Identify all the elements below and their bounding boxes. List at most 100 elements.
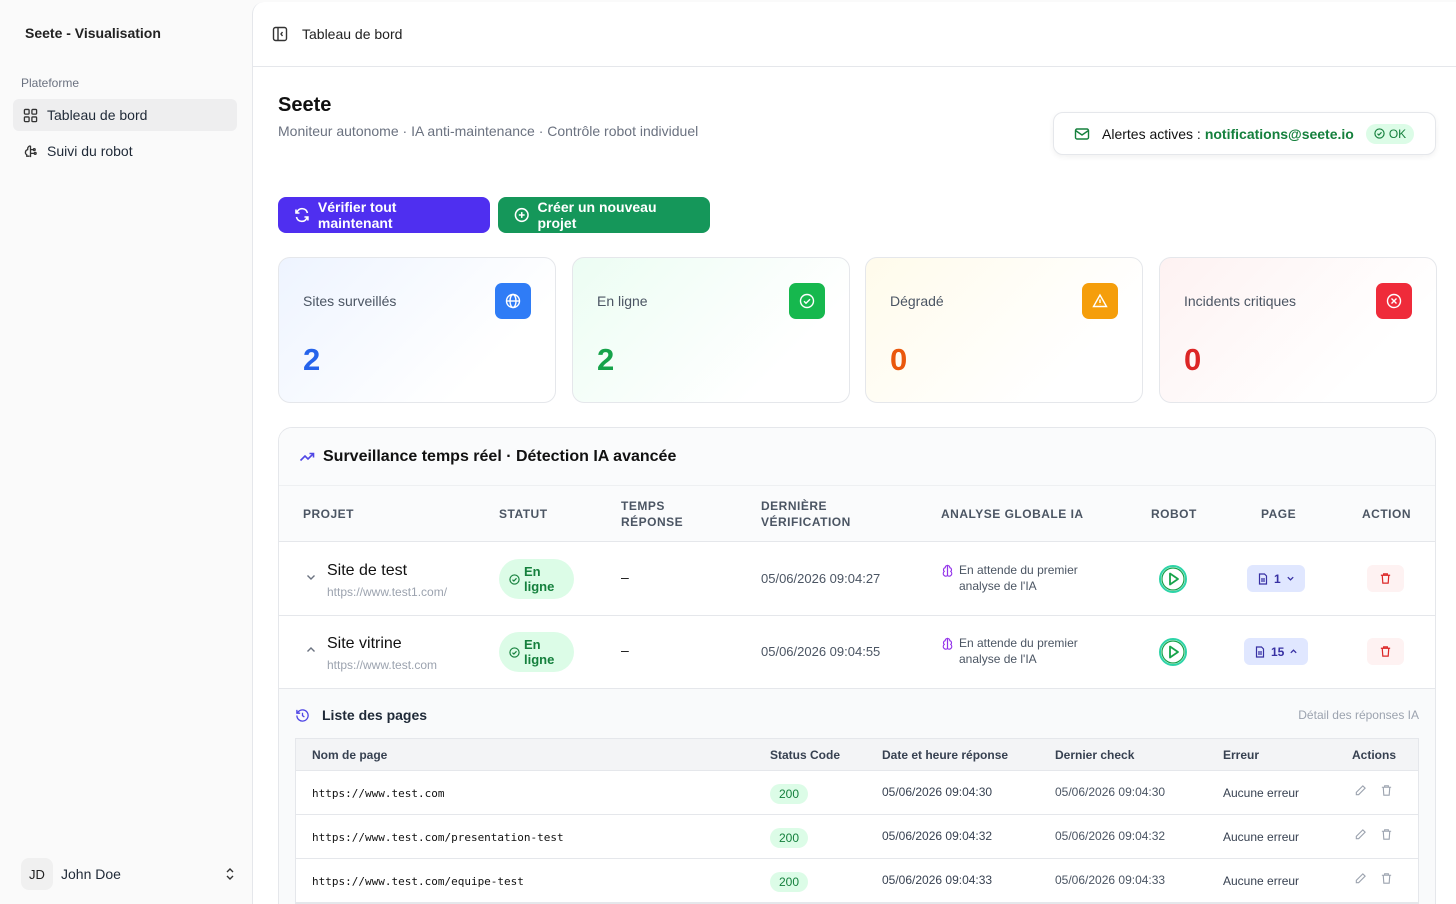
play-circle-icon[interactable] xyxy=(1158,637,1188,667)
page-url: https://www.test.com/presentation-test xyxy=(312,831,564,844)
table-header: PROJET STATUT TEMPS RÉPONSE DERNIÈRE VÉRIF… xyxy=(279,486,1435,542)
trash-icon xyxy=(1380,573,1391,584)
status-badge: En ligne xyxy=(499,559,574,599)
col-status: STATUT xyxy=(499,507,548,521)
sidebar-section-label: Plateforme xyxy=(21,76,80,90)
alerts-email: notifications@seete.io xyxy=(1204,125,1354,142)
main-content: Tableau de bord Seete Moniteur autonome … xyxy=(252,2,1456,904)
plus-circle-icon xyxy=(514,207,529,223)
stat-card-monitored: Sites surveillés 2 xyxy=(278,257,556,403)
history-icon xyxy=(296,708,309,722)
file-icon xyxy=(1255,645,1265,658)
robot-brain-icon xyxy=(24,144,37,157)
response-time: – xyxy=(621,642,629,658)
panel-title: Surveillance temps réel · Détection IA a… xyxy=(323,447,677,465)
response-datetime: 05/06/2026 09:04:30 xyxy=(882,785,993,799)
status-code-badge: 200 xyxy=(770,872,809,892)
pages-list: Liste des pages Détail des réponses IA N… xyxy=(279,689,1435,904)
page-count-button[interactable]: 1 xyxy=(1247,565,1305,592)
last-check: 05/06/2026 09:04:32 xyxy=(1055,829,1166,843)
trash-icon[interactable] xyxy=(1380,828,1393,841)
table-row: https://www.test.com/presentation-test 2… xyxy=(296,815,1418,859)
edit-icon[interactable] xyxy=(1354,828,1367,841)
table-row: Site vitrine https://www.test.com En lign… xyxy=(279,616,1435,689)
project-url: https://www.test.com xyxy=(327,658,438,672)
response-time: – xyxy=(621,569,629,585)
edit-icon[interactable] xyxy=(1354,784,1367,797)
brain-icon xyxy=(942,564,953,577)
user-name: John Doe xyxy=(61,866,121,882)
stat-value: 0 xyxy=(890,342,908,377)
col-robot: ROBOT xyxy=(1151,507,1197,521)
col-response-time: TEMPS RÉPONSE xyxy=(621,499,684,529)
refresh-icon xyxy=(295,207,309,223)
error-text: Aucune erreur xyxy=(1223,830,1300,844)
stat-value: 2 xyxy=(303,342,321,377)
page-title: Seete xyxy=(278,94,332,116)
ai-details-link[interactable]: Détail des réponses IA xyxy=(1298,708,1419,722)
table-row: Site de test https://www.test1.com/ En li… xyxy=(279,543,1435,616)
stat-card-online: En ligne 2 xyxy=(572,257,850,403)
check-circle-icon xyxy=(789,283,825,319)
last-check: 05/06/2026 09:04:30 xyxy=(1055,785,1166,799)
stat-value: 0 xyxy=(1184,342,1202,377)
check-circle-icon xyxy=(509,573,520,585)
app-title: Seete - Visualisation xyxy=(25,25,161,41)
chevron-up-icon xyxy=(1290,649,1298,654)
panel-header: Surveillance temps réel · Détection IA a… xyxy=(279,428,1435,486)
page-subtitle: Moniteur autonome · IA anti-maintenance … xyxy=(278,123,699,139)
trash-icon[interactable] xyxy=(1380,784,1393,797)
page-url: https://www.test.com xyxy=(312,787,445,800)
project-url: https://www.test1.com/ xyxy=(327,585,448,599)
status-badge: En ligne xyxy=(499,632,574,672)
project-name[interactable]: Site vitrine xyxy=(327,635,402,653)
warning-triangle-icon xyxy=(1082,283,1118,319)
play-circle-icon[interactable] xyxy=(1158,564,1188,594)
alerts-box: Alertes actives : notifications@seete.io… xyxy=(1053,112,1436,155)
pages-table-header: Nom de page Status Code Date et heure ré… xyxy=(296,739,1418,771)
stat-value: 2 xyxy=(597,342,615,377)
pages-list-title: Liste des pages xyxy=(295,707,427,723)
file-icon xyxy=(1258,572,1268,585)
col-last-check: DERNIÈRE VÉRIFICATION xyxy=(761,499,851,529)
table-row: https://www.test.com 200 05/06/2026 09:0… xyxy=(296,771,1418,815)
breadcrumb: Tableau de bord xyxy=(302,26,403,42)
trash-icon[interactable] xyxy=(1380,872,1393,885)
last-check: 05/06/2026 09:04:55 xyxy=(761,644,881,659)
chevron-up-icon[interactable] xyxy=(305,644,317,656)
sidebar-item-label: Tableau de bord xyxy=(47,107,148,123)
x-circle-icon xyxy=(1376,283,1412,319)
col-page: PAGE xyxy=(1261,507,1297,521)
alerts-label: Alertes actives : xyxy=(1102,125,1201,142)
dashboard-grid-icon xyxy=(23,108,38,122)
status-code-badge: 200 xyxy=(770,828,809,848)
edit-icon[interactable] xyxy=(1354,872,1367,885)
delete-project-button[interactable] xyxy=(1367,565,1404,592)
avatar: JD xyxy=(21,858,53,890)
trending-up-icon xyxy=(299,452,315,461)
error-text: Aucune erreur xyxy=(1223,874,1300,888)
page-url: https://www.test.com/equipe-test xyxy=(312,875,524,888)
response-datetime: 05/06/2026 09:04:32 xyxy=(882,829,993,843)
chevron-down-icon[interactable] xyxy=(305,571,317,583)
delete-project-button[interactable] xyxy=(1367,638,1404,665)
sidebar-item-dashboard[interactable]: Tableau de bord xyxy=(13,99,237,131)
verify-all-button[interactable]: Vérifier tout maintenant xyxy=(278,197,490,233)
last-check: 05/06/2026 09:04:27 xyxy=(761,571,881,586)
status-code-badge: 200 xyxy=(770,784,809,804)
ai-analysis: En attende du premier analyse de l'IA xyxy=(941,562,1111,594)
sidebar-item-robot[interactable]: Suivi du robot xyxy=(13,135,237,167)
pages-table: Nom de page Status Code Date et heure ré… xyxy=(295,738,1419,904)
create-project-button[interactable]: Créer un nouveau projet xyxy=(498,197,710,233)
last-check: 05/06/2026 09:04:33 xyxy=(1055,873,1166,887)
user-menu[interactable]: JD John Doe xyxy=(21,858,237,890)
chevron-up-down-icon xyxy=(226,868,234,880)
project-name[interactable]: Site de test xyxy=(327,562,407,580)
page-count-button[interactable]: 15 xyxy=(1244,638,1309,665)
check-circle-icon xyxy=(1374,128,1385,139)
monitor-panel: Surveillance temps réel · Détection IA a… xyxy=(278,427,1436,904)
table-row: https://www.test.com/equipe-test 200 05/… xyxy=(296,859,1418,903)
col-action: ACTION xyxy=(1362,507,1411,521)
sidebar-toggle-icon[interactable] xyxy=(272,26,288,42)
brain-icon xyxy=(942,637,953,650)
